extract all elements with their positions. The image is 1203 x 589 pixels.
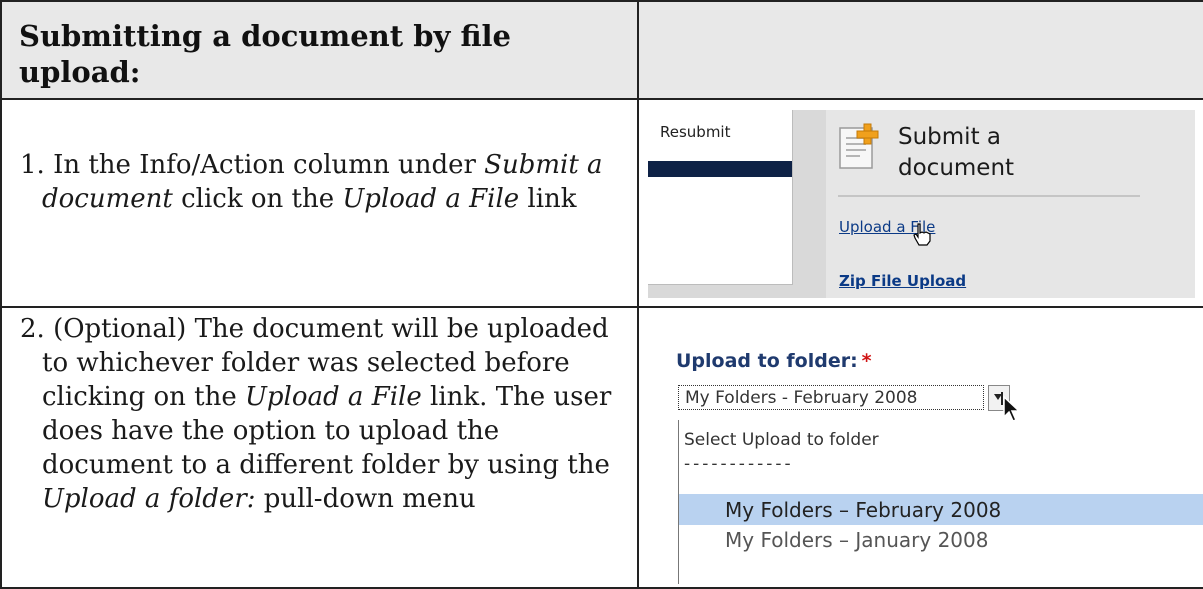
header-cell: Submitting a document by file upload: — [0, 0, 639, 100]
step1-text-after: link — [519, 184, 577, 214]
step1-screenshot-cell: Resubmit Submit a document Upload a File… — [637, 98, 1203, 308]
section-heading: Submitting a document by file upload: — [19, 19, 512, 89]
step1-italic-upload: Upload a File — [342, 184, 520, 214]
hand-pointer-icon — [912, 222, 932, 250]
folder-select-screenshot: Upload to folder: * My Folders - February… — [640, 322, 1203, 584]
instruction-table: Submitting a document by file upload: 1.… — [0, 0, 1203, 589]
required-marker: * — [861, 350, 872, 372]
zip-file-upload-link[interactable]: Zip File Upload — [839, 272, 966, 290]
submit-panel-screenshot: Resubmit Submit a document Upload a File… — [648, 110, 1195, 298]
step1-number: 1. — [20, 150, 45, 180]
submit-document-title: Submit a document — [898, 124, 1015, 181]
step2-text-cell: 2. (Optional) The document will be uploa… — [0, 306, 639, 589]
option-separator: ------------ — [684, 454, 794, 474]
option-january-2008[interactable]: My Folders – January 2008 — [725, 528, 988, 552]
step1-instruction: 1. In the Info/Action column under Submi… — [2, 100, 637, 216]
step1-text-mid: click on the — [172, 184, 343, 214]
option-select-prompt[interactable]: Select Upload to folder — [684, 430, 879, 450]
upload-folder-label-text: Upload to folder: — [676, 350, 858, 372]
step2-number: 2. — [20, 314, 45, 344]
step1-text-cell: 1. In the Info/Action column under Submi… — [0, 98, 639, 308]
step2-italic-upload-folder: Upload a folder: — [42, 484, 256, 514]
step2-screenshot-cell: Upload to folder: * My Folders - February… — [637, 306, 1203, 589]
folder-dropdown-list: Select Upload to folder ------------ My … — [678, 420, 1203, 584]
step2-instruction: 2. (Optional) The document will be uploa… — [2, 308, 637, 516]
header-empty-cell — [637, 0, 1203, 100]
submit-document-panel: Submit a document Upload a File Zip File… — [826, 110, 1195, 298]
panel-divider — [838, 195, 1140, 197]
resubmit-panel: Resubmit — [648, 110, 793, 285]
folder-select[interactable]: My Folders - February 2008 — [678, 385, 984, 410]
navy-bar — [648, 161, 792, 177]
upload-folder-label: Upload to folder: * — [676, 350, 872, 372]
document-add-icon — [838, 120, 882, 176]
mouse-cursor-icon — [1002, 395, 1022, 427]
option-february-2008-label: My Folders – February 2008 — [725, 498, 1002, 522]
option-february-2008[interactable]: My Folders – February 2008 — [679, 494, 1203, 525]
step2-italic-upload-file: Upload a File — [245, 382, 422, 412]
step1-text: In the Info/Action column under — [44, 150, 485, 180]
resubmit-label[interactable]: Resubmit — [660, 123, 730, 141]
step2-text-after: pull-down menu — [255, 484, 476, 514]
folder-select-value: My Folders - February 2008 — [685, 388, 918, 408]
